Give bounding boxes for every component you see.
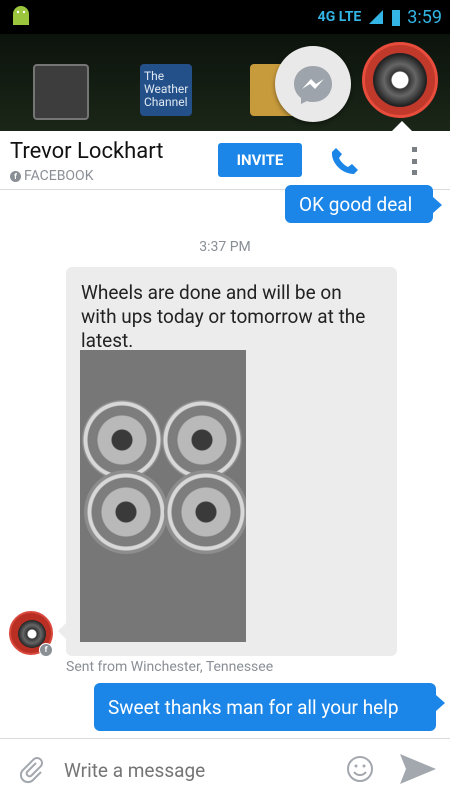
sent-message-1[interactable]: OK good deal (285, 185, 442, 223)
message-input[interactable] (62, 753, 326, 787)
status-icons: 4G LTE 3:59 (318, 4, 442, 30)
status-bar: 4G LTE 3:59 (0, 0, 450, 34)
message-composer (0, 738, 450, 801)
weather-channel-app-icon[interactable]: The Weather Channel (140, 64, 192, 116)
contact-name: Trevor Lockhart (10, 139, 164, 164)
messenger-bolt-icon (294, 66, 332, 104)
received-message[interactable]: Wheels are done and will be on with ups … (58, 267, 397, 656)
wheel-avatar-image (373, 53, 427, 107)
sent-message-2[interactable]: Sweet thanks man for all your help (94, 683, 445, 731)
gallery-app-icon[interactable] (33, 64, 89, 120)
conversation-panel: Trevor Lockhart f FACEBOOK INVITE OK goo… (0, 131, 450, 801)
contact-source: f FACEBOOK (10, 168, 93, 184)
wheel-rim-image (162, 400, 242, 480)
wheel-rim-image (82, 400, 162, 480)
invite-button[interactable]: INVITE (218, 143, 302, 177)
facebook-badge-icon: f (39, 643, 53, 657)
message-timestamp: 3:37 PM (199, 239, 251, 255)
message-location: Sent from Winchester, Tennessee (66, 659, 274, 675)
wheel-rim-image (84, 470, 168, 554)
source-label: FACEBOOK (24, 168, 94, 184)
emoji-icon[interactable] (345, 754, 375, 784)
wheels-photo[interactable] (80, 350, 246, 642)
messenger-chat-head-icon[interactable] (275, 46, 351, 122)
contact-chat-head-avatar[interactable] (362, 42, 438, 118)
android-icon (13, 6, 29, 25)
signal-icon (369, 10, 384, 24)
send-icon[interactable] (398, 752, 438, 786)
facebook-icon: f (10, 170, 21, 182)
wheel-rim-image (164, 470, 246, 554)
paperclip-icon[interactable] (16, 755, 46, 785)
clock: 3:59 (407, 6, 442, 28)
received-message-text: Wheels are done and will be on with ups … (81, 281, 366, 352)
battery-icon (392, 10, 401, 26)
phone-icon[interactable] (328, 145, 360, 177)
conversation-header: Trevor Lockhart f FACEBOOK INVITE (0, 131, 450, 190)
network-indicator: 4G LTE (317, 9, 362, 25)
more-options-icon[interactable] (406, 147, 422, 175)
panel-pointer (392, 121, 412, 131)
weather-line-3: Channel (144, 95, 188, 109)
